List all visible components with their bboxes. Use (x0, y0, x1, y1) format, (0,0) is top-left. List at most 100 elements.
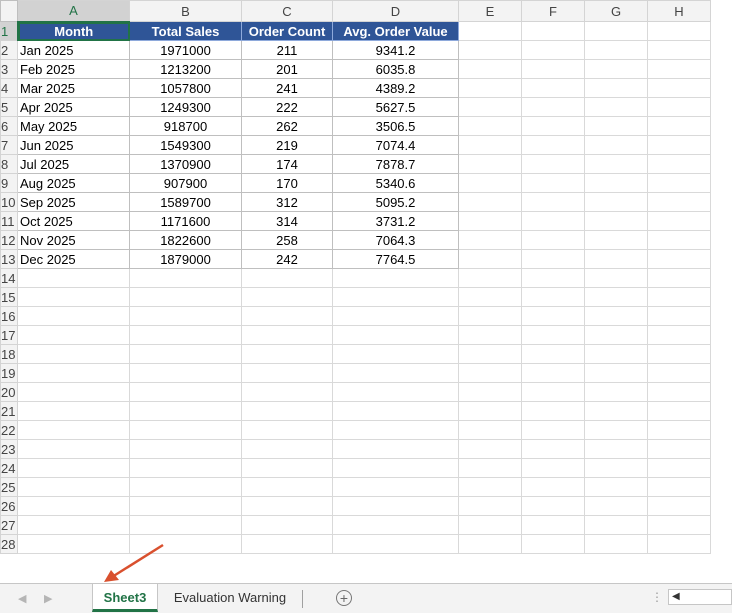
cell[interactable] (647, 439, 711, 459)
row-header[interactable]: 28 (0, 534, 18, 554)
cell[interactable] (129, 344, 242, 364)
tab-sheet3[interactable]: Sheet3 (92, 584, 158, 612)
cell[interactable] (584, 116, 648, 136)
cell-order-count[interactable]: 258 (241, 230, 333, 250)
cell[interactable] (332, 401, 459, 421)
row-header[interactable]: 4 (0, 78, 18, 98)
cell[interactable] (458, 534, 522, 554)
cell[interactable] (647, 477, 711, 497)
cell-month[interactable]: Jul 2025 (17, 154, 130, 174)
select-all-corner[interactable] (0, 0, 18, 22)
cell[interactable] (584, 534, 648, 554)
cell[interactable] (241, 439, 333, 459)
cell-avg-order-value[interactable]: 5340.6 (332, 173, 459, 193)
cell-avg-order-value[interactable]: 6035.8 (332, 59, 459, 79)
cell[interactable] (332, 325, 459, 345)
cell[interactable] (332, 458, 459, 478)
cell[interactable] (521, 439, 585, 459)
cell[interactable] (647, 211, 711, 231)
row-header[interactable]: 9 (0, 173, 18, 193)
column-header-h[interactable]: H (647, 0, 711, 22)
cell[interactable] (647, 249, 711, 269)
cell[interactable] (458, 249, 522, 269)
row-header[interactable]: 14 (0, 268, 18, 288)
cell[interactable] (129, 439, 242, 459)
cell[interactable] (17, 439, 130, 459)
cell[interactable] (241, 287, 333, 307)
worksheet-table[interactable]: A B C D E F G H 1 Month Total Sales Orde… (0, 0, 711, 554)
cell[interactable] (521, 154, 585, 174)
cell[interactable] (458, 230, 522, 250)
cell-a1-month-header[interactable]: Month (17, 21, 130, 41)
cell[interactable] (17, 515, 130, 535)
column-header-d[interactable]: D (332, 0, 459, 22)
cell-month[interactable]: Apr 2025 (17, 97, 130, 117)
cell[interactable] (647, 363, 711, 383)
cell[interactable] (584, 458, 648, 478)
cell[interactable] (458, 325, 522, 345)
row-header[interactable]: 12 (0, 230, 18, 250)
row-header[interactable]: 17 (0, 325, 18, 345)
cell[interactable] (584, 477, 648, 497)
cell[interactable] (129, 496, 242, 516)
cell[interactable] (521, 401, 585, 421)
cell[interactable] (584, 97, 648, 117)
cell-avg-order-value[interactable]: 3731.2 (332, 211, 459, 231)
cell[interactable] (129, 306, 242, 326)
cell[interactable] (129, 458, 242, 478)
cell[interactable] (332, 344, 459, 364)
cell[interactable] (647, 306, 711, 326)
cell[interactable] (129, 382, 242, 402)
cell-avg-order-value[interactable]: 9341.2 (332, 40, 459, 60)
cell-order-count[interactable]: 242 (241, 249, 333, 269)
cell[interactable] (332, 477, 459, 497)
cell[interactable] (129, 363, 242, 383)
cell[interactable] (458, 287, 522, 307)
cell[interactable] (584, 382, 648, 402)
row-header[interactable]: 6 (0, 116, 18, 136)
cell[interactable] (521, 97, 585, 117)
cell-total-sales[interactable]: 1370900 (129, 154, 242, 174)
cell-month[interactable]: Sep 2025 (17, 192, 130, 212)
cell[interactable] (647, 21, 711, 41)
cell[interactable] (458, 78, 522, 98)
cell[interactable] (647, 325, 711, 345)
cell[interactable] (584, 306, 648, 326)
cell-avg-order-value[interactable]: 7064.3 (332, 230, 459, 250)
cell-order-count[interactable]: 262 (241, 116, 333, 136)
cell[interactable] (458, 515, 522, 535)
cell[interactable] (521, 230, 585, 250)
column-header-e[interactable]: E (458, 0, 522, 22)
cell-total-sales[interactable]: 918700 (129, 116, 242, 136)
cell[interactable] (584, 363, 648, 383)
cell[interactable] (521, 173, 585, 193)
cell[interactable] (458, 116, 522, 136)
cell[interactable] (584, 230, 648, 250)
row-header[interactable]: 2 (0, 40, 18, 60)
cell[interactable] (521, 534, 585, 554)
cell[interactable] (458, 135, 522, 155)
cell[interactable] (17, 477, 130, 497)
cell[interactable] (332, 515, 459, 535)
cell[interactable] (17, 325, 130, 345)
row-header[interactable]: 3 (0, 59, 18, 79)
row-header[interactable]: 20 (0, 382, 18, 402)
cell[interactable] (332, 382, 459, 402)
column-header-g[interactable]: G (584, 0, 648, 22)
cell[interactable] (521, 344, 585, 364)
cell[interactable] (521, 192, 585, 212)
cell[interactable] (521, 78, 585, 98)
cell[interactable] (458, 363, 522, 383)
cell[interactable] (17, 268, 130, 288)
cell-total-sales[interactable]: 1213200 (129, 59, 242, 79)
cell[interactable] (17, 363, 130, 383)
cell[interactable] (332, 534, 459, 554)
cell[interactable] (241, 344, 333, 364)
cell[interactable] (332, 496, 459, 516)
cell[interactable] (584, 496, 648, 516)
cell[interactable] (241, 477, 333, 497)
cell[interactable] (521, 325, 585, 345)
cell[interactable] (521, 306, 585, 326)
cell[interactable] (17, 534, 130, 554)
row-header[interactable]: 8 (0, 154, 18, 174)
